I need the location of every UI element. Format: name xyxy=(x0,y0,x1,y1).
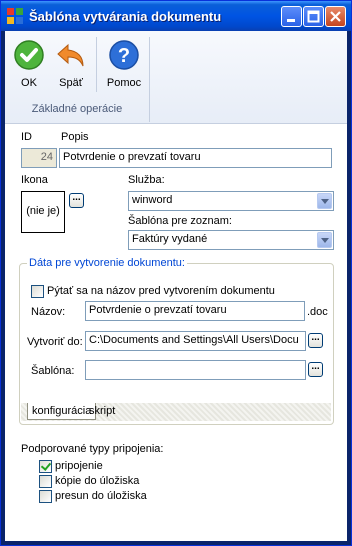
pripojenie-label: pripojenie xyxy=(55,460,103,472)
nazov-extension: .doc xyxy=(307,306,328,318)
close-button[interactable] xyxy=(325,6,346,27)
ribbon-separator xyxy=(96,37,97,92)
minimize-button[interactable] xyxy=(281,6,302,27)
maximize-button[interactable] xyxy=(303,6,324,27)
help-button[interactable]: ? Pomoc xyxy=(102,37,146,89)
pripojenie-checkbox[interactable] xyxy=(39,460,52,473)
connections-title: Podporované typy pripojenia: xyxy=(21,443,164,455)
ask-name-label: Pýtať sa na názov pred vytvorením dokume… xyxy=(47,285,275,297)
undo-arrow-icon xyxy=(57,43,84,67)
kopie-checkbox[interactable] xyxy=(39,475,52,488)
nazov-label: Názov: xyxy=(31,306,66,318)
chevron-down-icon[interactable] xyxy=(317,193,332,209)
minimize-icon xyxy=(287,19,295,22)
sluzba-value: winword xyxy=(132,194,173,206)
icon-browse-button[interactable]: ... xyxy=(69,193,84,208)
ask-name-checkbox[interactable] xyxy=(31,285,44,298)
help-icon: ? xyxy=(109,40,139,70)
data-group-title: Dáta pre vytvorenie dokumentu: xyxy=(27,257,187,269)
icon-preview: (nie je) xyxy=(21,191,65,233)
ribbon-group-label: Základné operácie xyxy=(31,103,123,115)
ribbon-group-separator xyxy=(149,37,150,122)
toolbar-ribbon: OK Späť ? Pomoc Základné operácie xyxy=(5,31,347,124)
ok-button[interactable]: OK xyxy=(7,37,51,89)
title-bar[interactable]: Šablóna vytvárania dokumentu xyxy=(1,1,351,31)
app-window: Šablóna vytvárania dokumentu OK Späť ? P… xyxy=(0,0,352,546)
sablona-browse-button[interactable]: ... xyxy=(308,362,323,377)
popis-field[interactable]: Potvrdenie o prevzatí tovaru xyxy=(59,148,332,168)
vytvorit-field[interactable]: C:\Documents and Settings\All Users\Docu xyxy=(85,331,306,351)
vytvorit-label: Vytvoriť do: xyxy=(27,336,83,348)
sluzba-label: Služba: xyxy=(128,174,165,186)
id-label: ID xyxy=(21,131,32,143)
sluzba-select[interactable]: winword xyxy=(128,191,334,211)
sablona-zoznam-select[interactable]: Faktúry vydané xyxy=(128,230,334,250)
vytvorit-browse-button[interactable]: ... xyxy=(308,333,323,348)
back-button[interactable]: Späť xyxy=(49,37,93,89)
client-area: OK Späť ? Pomoc Základné operácie ID Pop… xyxy=(5,31,347,541)
app-icon xyxy=(7,8,23,24)
ok-label: OK xyxy=(21,77,37,89)
kopie-label: kópie do úložiska xyxy=(55,475,140,487)
tab-skript[interactable]: skript xyxy=(85,403,119,420)
nazov-field[interactable]: Potvrdenie o prevzatí tovaru xyxy=(85,301,305,321)
sablona-zoznam-label: Šablóna pre zoznam: xyxy=(128,215,232,227)
help-label: Pomoc xyxy=(106,77,142,89)
ikona-label: Ikona xyxy=(21,174,48,186)
chevron-down-icon[interactable] xyxy=(317,232,332,248)
close-icon xyxy=(330,11,341,22)
sablona-zoznam-value: Faktúry vydané xyxy=(132,233,208,245)
svg-text:?: ? xyxy=(118,45,130,67)
presun-checkbox[interactable] xyxy=(39,490,52,503)
sablona-field[interactable] xyxy=(85,360,306,380)
popis-label: Popis xyxy=(61,131,89,143)
window-title: Šablóna vytvárania dokumentu xyxy=(29,9,222,24)
id-field: 24 xyxy=(21,148,57,168)
presun-label: presun do úložiska xyxy=(55,490,147,502)
maximize-icon xyxy=(307,10,320,23)
back-label: Späť xyxy=(59,77,83,89)
checkmark-icon xyxy=(14,40,44,70)
sablona-label: Šablóna: xyxy=(31,365,75,377)
